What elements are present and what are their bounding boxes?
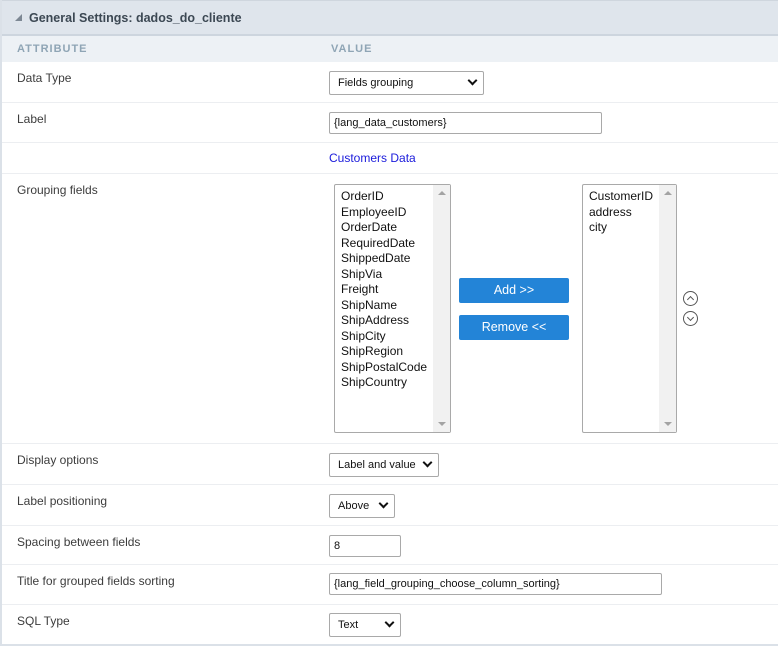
list-option[interactable]: ShipVia xyxy=(341,267,427,283)
list-option[interactable]: ShippedDate xyxy=(341,251,427,267)
data-type-label: Data Type xyxy=(17,71,72,85)
spacing-input[interactable]: 8 xyxy=(329,535,401,557)
chevron-down-circle-icon[interactable] xyxy=(683,311,698,326)
chevron-up-circle-icon[interactable] xyxy=(683,291,698,306)
label-positioning-select[interactable]: Above xyxy=(329,494,395,518)
panel-header[interactable]: General Settings: dados_do_cliente xyxy=(2,0,778,36)
sql-type-select[interactable]: Text xyxy=(329,613,401,637)
row-grouping-fields: Grouping fields OrderID EmployeeID OrderDa… xyxy=(2,174,778,444)
data-type-select[interactable]: Fields grouping xyxy=(329,71,484,95)
list-option[interactable]: ShipCity xyxy=(341,329,427,345)
list-option[interactable]: OrderDate xyxy=(341,220,427,236)
sorting-title-input[interactable]: {lang_field_grouping_choose_column_sorti… xyxy=(329,573,662,595)
list-option[interactable]: RequiredDate xyxy=(341,236,427,252)
chevron-down-icon xyxy=(422,457,433,468)
sql-type-label: SQL Type xyxy=(17,614,70,628)
selected-fields-scrollbar[interactable] xyxy=(659,185,676,432)
row-label-preview: Customers Data xyxy=(2,143,778,174)
scroll-down-icon[interactable] xyxy=(438,422,446,426)
chevron-down-icon xyxy=(378,498,389,509)
column-header: ATTRIBUTE VALUE xyxy=(2,36,778,62)
selected-fields-list[interactable]: CustomerID address city xyxy=(582,184,677,433)
list-option[interactable]: ShipName xyxy=(341,298,427,314)
display-options-select[interactable]: Label and value xyxy=(329,453,439,477)
display-options-label: Display options xyxy=(17,453,99,467)
available-fields-items: OrderID EmployeeID OrderDate RequiredDate Sh… xyxy=(341,189,427,391)
label-positioning-label: Label positioning xyxy=(17,494,108,508)
row-sql-type: SQL Type Text xyxy=(2,605,778,646)
value-column-header: VALUE xyxy=(331,43,373,55)
row-spacing: Spacing between fields 8 xyxy=(2,526,778,565)
attribute-column-header: ATTRIBUTE xyxy=(17,43,88,55)
list-option[interactable]: city xyxy=(589,220,653,236)
label-input[interactable]: {lang_data_customers} xyxy=(329,112,602,134)
row-label-positioning: Label positioning Above xyxy=(2,485,778,526)
list-option[interactable]: Freight xyxy=(341,282,427,298)
list-option[interactable]: OrderID xyxy=(341,189,427,205)
list-option[interactable]: ShipPostalCode xyxy=(341,360,427,376)
data-type-value: Fields grouping xyxy=(338,77,414,89)
chevron-down-icon xyxy=(384,617,395,628)
sql-type-value: Text xyxy=(338,619,359,631)
add-button[interactable]: Add >> xyxy=(459,278,569,303)
spacing-label: Spacing between fields xyxy=(17,535,141,549)
scroll-up-icon[interactable] xyxy=(438,191,446,195)
list-option[interactable]: ShipAddress xyxy=(341,313,427,329)
list-option[interactable]: CustomerID xyxy=(589,189,653,205)
list-option[interactable]: address xyxy=(589,205,653,221)
list-option[interactable]: EmployeeID xyxy=(341,205,427,221)
list-option[interactable]: ShipRegion xyxy=(341,344,427,360)
triangle-collapse-icon[interactable] xyxy=(15,14,22,21)
chevron-down-icon xyxy=(467,75,478,86)
general-settings-panel: General Settings: dados_do_cliente ATTRI… xyxy=(0,0,778,646)
label-positioning-value: Above xyxy=(338,500,370,512)
available-fields-scrollbar[interactable] xyxy=(433,185,450,432)
scroll-down-icon[interactable] xyxy=(664,422,672,426)
label-label: Label xyxy=(17,112,47,126)
display-options-value: Label and value xyxy=(338,459,416,471)
remove-button[interactable]: Remove << xyxy=(459,315,569,340)
selected-fields-items: CustomerID address city xyxy=(589,189,653,236)
row-display-options: Display options Label and value xyxy=(2,444,778,485)
list-option[interactable]: ShipCountry xyxy=(341,375,427,391)
available-fields-list[interactable]: OrderID EmployeeID OrderDate RequiredDate Sh… xyxy=(334,184,451,433)
sorting-title-label: Title for grouped fields sorting xyxy=(17,574,175,588)
row-label: Label {lang_data_customers} xyxy=(2,103,778,143)
customers-data-link[interactable]: Customers Data xyxy=(329,151,416,165)
row-data-type: Data Type Fields grouping xyxy=(2,62,778,103)
panel-title: General Settings: dados_do_cliente xyxy=(29,11,242,25)
row-sorting-title: Title for grouped fields sorting {lang_f… xyxy=(2,565,778,605)
grouping-fields-label: Grouping fields xyxy=(17,183,98,197)
scroll-up-icon[interactable] xyxy=(664,191,672,195)
